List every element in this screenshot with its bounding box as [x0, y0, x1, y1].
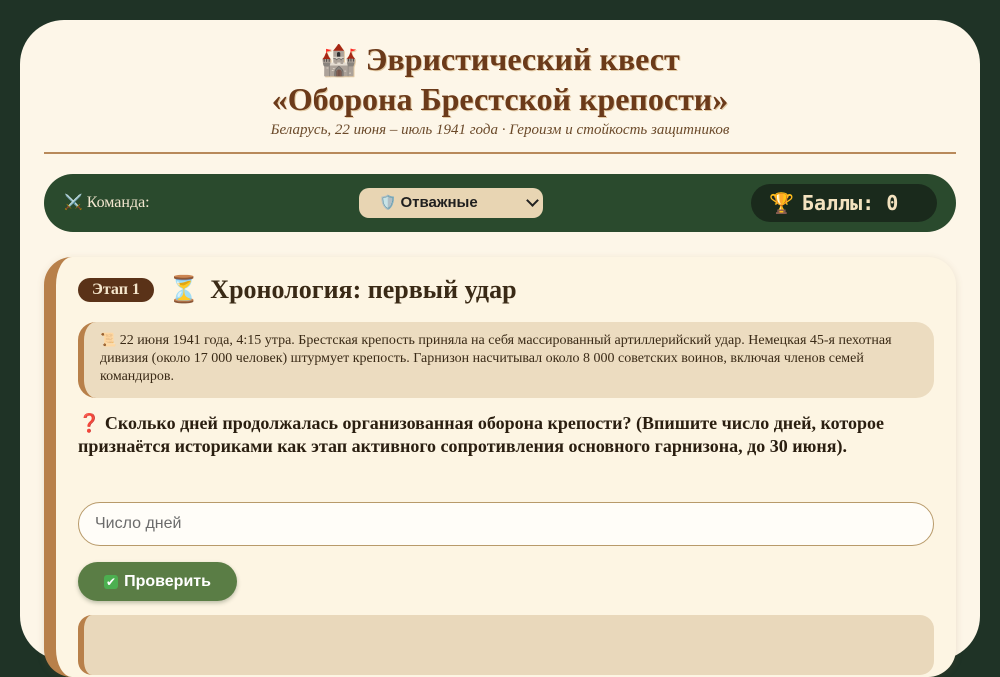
scroll-icon: 📜 [100, 333, 117, 348]
header: 🏰 Эвристический квест «Оборона Брестской… [20, 20, 980, 139]
trophy-icon: 🏆 [769, 191, 794, 215]
team-label-text: Команда: [86, 194, 150, 211]
question-icon: ❓ [78, 413, 101, 434]
header-divider [44, 152, 956, 154]
team-label: ⚔️ Команда: [64, 193, 150, 212]
answer-placeholder: Число дней [95, 515, 182, 532]
page-title: 🏰 Эвристический квест «Оборона Брестской… [20, 40, 980, 118]
page-subtitle: Беларусь, 22 июня – июль 1941 года · Гер… [270, 122, 730, 138]
question-text: ❓ Сколько дней продолжалась организованн… [78, 412, 934, 458]
team-bar: ⚔️ Команда: 🛡️ Отважные 🏆 Баллы: 0 [44, 174, 956, 232]
crossed-swords-icon: ⚔️ [64, 193, 83, 211]
chevron-down-icon [526, 194, 539, 207]
title-line-2: «Оборона Брестской крепости» [271, 81, 729, 117]
score-value: 0 [886, 191, 899, 215]
stage-card: Этап 1 ⏳ Хронология: первый удар 📜 22 ию… [44, 257, 956, 677]
answer-input[interactable]: Число дней [78, 502, 934, 546]
team-select[interactable]: 🛡️ Отважные [359, 188, 543, 218]
team-selected-value: Отважные [400, 194, 478, 211]
title-line-1: Эвристический квест [365, 41, 680, 77]
check-button[interactable]: ✔ Проверить [78, 562, 237, 601]
feedback-box [78, 615, 934, 675]
stage-badge: Этап 1 [78, 278, 154, 302]
score-display: 🏆 Баллы: 0 [751, 184, 937, 222]
quest-card: 🏰 Эвристический квест «Оборона Брестской… [20, 20, 980, 677]
hourglass-icon: ⏳ [167, 275, 201, 305]
check-button-label: Проверить [124, 573, 211, 590]
question-body: Сколько дней продолжалась организованная… [78, 413, 885, 456]
castle-icon: 🏰 [320, 43, 358, 78]
stage-title: Хронология: первый удар [210, 275, 517, 304]
shield-icon: 🛡️ [379, 195, 397, 211]
score-label: Баллы: [801, 191, 875, 215]
stage-info-text: 22 июня 1941 года, 4:15 утра. Брестская … [100, 333, 892, 384]
stage-header: Этап 1 ⏳ Хронология: первый удар [78, 275, 517, 305]
stage-info-box: 📜 22 июня 1941 года, 4:15 утра. Брестска… [78, 322, 934, 398]
check-mark-icon: ✔ [104, 575, 119, 589]
